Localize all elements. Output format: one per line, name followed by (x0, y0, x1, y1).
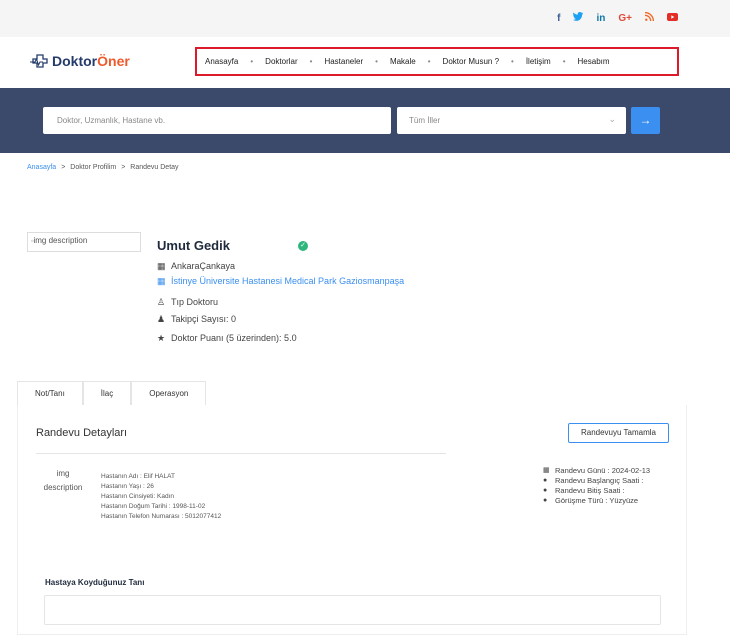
appointment-type-text: Görüşme Türü : Yüzyüze (555, 496, 639, 505)
patient-photo: img description (33, 467, 93, 495)
appointment-date-text: Randevu Günü : 2024-02-13 (555, 466, 651, 475)
breadcrumb-separator: > (61, 164, 66, 171)
breadcrumb-separator: > (121, 164, 126, 171)
appointment-start-text: Randevu Başlangıç Saati : (555, 476, 644, 485)
main-menu: Anasayfa • Doktorlar • Hastaneler • Maka… (195, 47, 679, 76)
doctor-photo: ▫img description (27, 232, 141, 252)
chevron-down-icon: ⌄ (608, 114, 616, 124)
logo-icon (30, 54, 48, 68)
patient-phone: Hastanın Telefon Numarası : 5012077412 (101, 513, 222, 520)
tab-notes[interactable]: Not/Tanı (17, 381, 83, 405)
tab-medication[interactable]: İlaç (82, 381, 132, 405)
logo-text-primary: Doktor (52, 53, 98, 69)
appointment-panel: Randevu Detayları Randevuyu Tamamla img … (17, 405, 687, 635)
clock-icon: ● (543, 487, 548, 494)
logo-text-accent: Öner (97, 53, 130, 69)
arrow-right-icon: → (639, 113, 652, 127)
city-select-value: Tüm İller (409, 116, 441, 125)
appointment-start-time: ● Randevu Başlangıç Saati : (543, 476, 650, 486)
search-button[interactable]: → (631, 107, 660, 134)
comment-icon: ● (543, 497, 548, 504)
doctor-followers: ♟ Takipçi Sayısı: 0 (157, 314, 236, 324)
user-doctor-icon: ♙ (157, 296, 166, 307)
breadcrumb-current: Randevu Detay (130, 164, 179, 171)
twitter-icon[interactable] (573, 12, 584, 25)
appointment-end-text: Randevu Bitiş Saati : (555, 486, 625, 495)
breadcrumb-home[interactable]: Anasayfa (27, 164, 56, 171)
patient-photo-alt-1: img (56, 469, 70, 478)
patient-name: Hastanın Adı : Elif HALAT (101, 473, 175, 480)
social-links: f in G+ (557, 11, 678, 25)
star-icon: ★ (157, 332, 166, 343)
doctor-location-text: AnkaraÇankaya (171, 261, 236, 271)
complete-appointment-button[interactable]: Randevuyu Tamamla (568, 423, 669, 443)
calendar-icon: ▦ (543, 467, 550, 474)
city-select[interactable]: Tüm İller ⌄ (397, 107, 626, 134)
divider (36, 453, 446, 454)
diagnosis-input[interactable] (44, 595, 661, 625)
menu-separator: • (427, 57, 431, 66)
top-bar: f in G+ (0, 0, 730, 37)
menu-item-doctors[interactable]: Doktorlar (265, 57, 297, 66)
patient-photo-alt-2: description (43, 483, 83, 492)
menu-item-account[interactable]: Hesabım (578, 57, 610, 66)
google-plus-icon[interactable]: G+ (618, 13, 632, 25)
menu-item-hospitals[interactable]: Hastaneler (324, 57, 363, 66)
clock-icon: ● (543, 477, 548, 484)
search-band: Doktor, Uzmanlık, Hastane vb. Tüm İller … (0, 88, 730, 153)
user-plus-icon: ♟ (157, 313, 166, 324)
menu-separator: • (309, 57, 313, 66)
verified-check-icon: ✓ (298, 241, 308, 251)
doctor-title: ♙ Tıp Doktoru (157, 297, 218, 307)
appointment-date: ▦ Randevu Günü : 2024-02-13 (543, 466, 650, 476)
menu-item-contact[interactable]: İletişim (526, 57, 551, 66)
appointment-title: Randevu Detayları (36, 427, 128, 439)
doctor-title-text: Tıp Doktoru (171, 297, 219, 307)
doctor-rating: ★ Doktor Puanı (5 üzerinden): 5.0 (157, 333, 297, 343)
menu-separator: • (375, 57, 378, 66)
appointment-info: ▦ Randevu Günü : 2024-02-13 ● Randevu Başl… (543, 466, 650, 506)
menu-separator: • (562, 57, 566, 66)
diagnosis-label: Hastaya Koyduğunuz Tanı (45, 578, 145, 587)
search-input[interactable]: Doktor, Uzmanlık, Hastane vb. (43, 107, 391, 134)
menu-item-home[interactable]: Anasayfa (205, 57, 238, 66)
main-navbar: Doktor Öner Anasayfa • Doktorlar • Hastan… (0, 37, 730, 88)
doctor-hospital[interactable]: ▦ İstinye Üniversite Hastanesi Medical Pa… (157, 276, 404, 286)
patient-gender: Hastanın Cinsiyeti: Kadın (101, 493, 174, 500)
menu-item-are-you-doctor[interactable]: Doktor Musun ? (443, 57, 499, 66)
building-icon: ▦ (157, 260, 166, 271)
linkedin-icon[interactable]: in (596, 13, 605, 25)
doctor-rating-text: Doktor Puanı (5 üzerinden): 5.0 (171, 333, 297, 343)
menu-separator: • (250, 57, 254, 66)
doctor-photo-alt: img description (33, 236, 88, 245)
site-logo[interactable]: Doktor Öner (30, 53, 130, 69)
tab-operation[interactable]: Operasyon (131, 381, 207, 405)
record-tabs: Not/Tanı İlaç Operasyon (17, 381, 207, 405)
facebook-icon[interactable]: f (557, 13, 560, 25)
breadcrumb: Anasayfa > Doktor Profilim > Randevu Detay (27, 164, 179, 171)
patient-birthdate: Hastanın Doğum Tarihi : 1998-11-02 (101, 503, 206, 510)
youtube-icon[interactable] (667, 12, 678, 25)
patient-age: Hastanın Yaşı : 26 (101, 483, 154, 490)
appointment-type: ● Görüşme Türü : Yüzyüze (543, 496, 650, 506)
doctor-name: Umut Gedik (157, 238, 230, 253)
appointment-end-time: ● Randevu Bitiş Saati : (543, 486, 650, 496)
menu-separator: • (511, 57, 514, 66)
patient-details: Hastanın Adı : Elif HALAT Hastanın Yaşı … (101, 472, 221, 522)
doctor-location: ▦ AnkaraÇankaya (157, 261, 235, 271)
breadcrumb-profile[interactable]: Doktor Profilim (70, 164, 116, 171)
menu-item-articles[interactable]: Makale (390, 57, 416, 66)
doctor-followers-text: Takipçi Sayısı: 0 (171, 314, 237, 324)
doctor-hospital-link[interactable]: İstinye Üniversite Hastanesi Medical Par… (171, 276, 404, 286)
rss-icon[interactable] (644, 11, 655, 25)
hospital-icon: ▦ (157, 275, 166, 286)
